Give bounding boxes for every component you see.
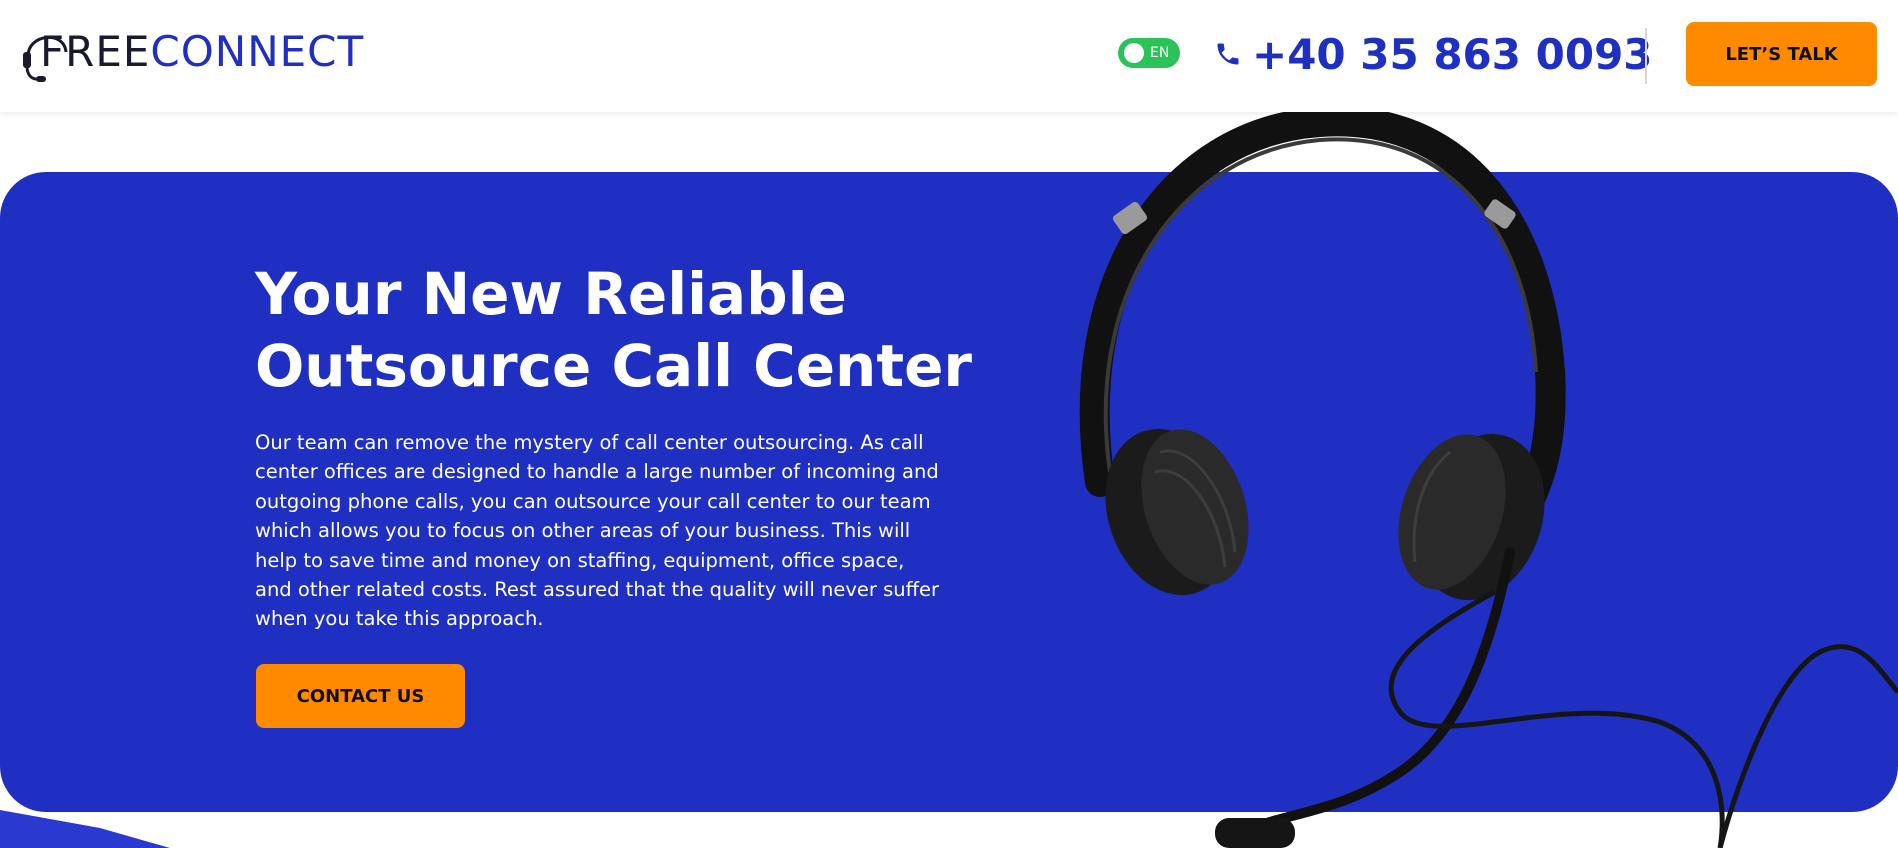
headset-image (1079, 112, 1898, 848)
logo[interactable]: FREECONNECT (20, 22, 363, 82)
phone-number: +40 35 863 0093 (1252, 29, 1653, 79)
language-label: EN (1150, 45, 1170, 61)
site-header: FREECONNECT EN +40 35 863 0093 LET’S TAL… (0, 0, 1898, 112)
logo-text: FREECONNECT (40, 30, 364, 74)
phone-icon (1217, 43, 1239, 65)
logo-text-free: FREE (40, 27, 151, 76)
toggle-knob (1124, 43, 1144, 63)
hero-description: Our team can remove the mystery of call … (255, 431, 940, 631)
logo-text-connect: CONNECT (150, 27, 365, 76)
phone-link[interactable]: +40 35 863 0093 (1214, 26, 1653, 82)
language-toggle[interactable]: EN (1118, 38, 1180, 68)
lets-talk-button[interactable]: LET’S TALK (1686, 22, 1877, 86)
decorative-corner-shape (0, 810, 170, 848)
contact-us-button[interactable]: CONTACT US (256, 664, 465, 728)
hero-title: Your New Reliable Outsource Call Center (255, 260, 973, 400)
header-divider (1645, 28, 1647, 84)
